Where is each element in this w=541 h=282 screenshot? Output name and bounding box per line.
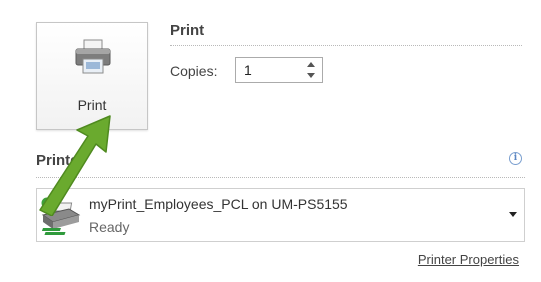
chevron-down-icon[interactable] bbox=[508, 211, 518, 219]
copies-input[interactable] bbox=[236, 58, 304, 82]
print-section-divider bbox=[170, 45, 522, 46]
copies-label: Copies: bbox=[170, 63, 218, 79]
arrow-annotation-icon bbox=[39, 115, 111, 216]
selected-printer-name: myPrint_Employees_PCL on UM-PS5155 bbox=[89, 196, 348, 212]
info-icon[interactable]: i bbox=[509, 152, 522, 165]
print-section-title: Print bbox=[170, 22, 205, 39]
printer-icon bbox=[75, 39, 111, 74]
selected-printer-status: Ready bbox=[89, 219, 130, 235]
copies-stepper[interactable] bbox=[235, 57, 323, 83]
copies-decrease-icon[interactable] bbox=[300, 70, 322, 82]
copies-increase-icon[interactable] bbox=[300, 58, 322, 70]
printer-properties-link[interactable]: Printer Properties bbox=[418, 252, 519, 267]
